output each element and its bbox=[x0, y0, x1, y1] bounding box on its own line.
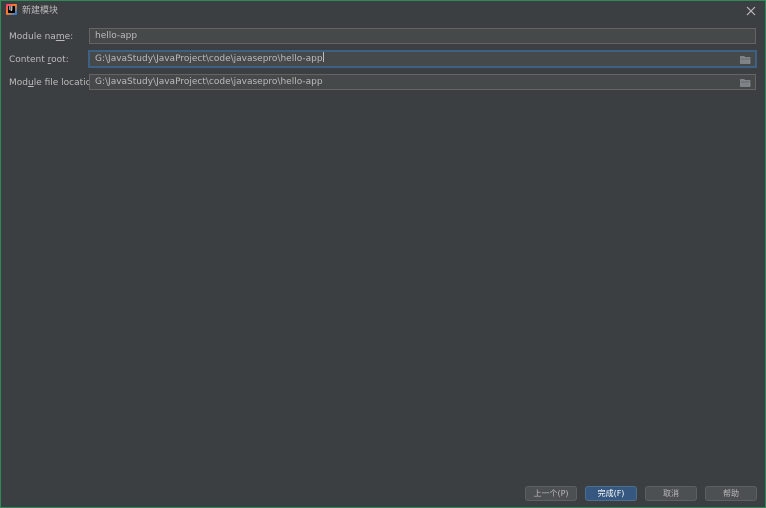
browse-folder-icon[interactable] bbox=[740, 78, 751, 87]
browse-folder-icon[interactable] bbox=[740, 55, 751, 64]
help-button[interactable]: 帮助 bbox=[705, 486, 757, 501]
module-name-input[interactable]: hello-app bbox=[89, 28, 756, 44]
module-name-label: Module name: bbox=[9, 32, 74, 42]
finish-button[interactable]: 完成(F) bbox=[585, 486, 637, 501]
title-bar: IJ 新建模块 bbox=[1, 1, 765, 21]
intellij-idea-icon: IJ bbox=[6, 4, 17, 15]
module-file-location-value: G:\JavaStudy\JavaProject\code\javasepro\… bbox=[95, 77, 323, 87]
module-name-value: hello-app bbox=[95, 31, 138, 41]
dialog-title: 新建模块 bbox=[22, 6, 59, 16]
content-root-value: G:\JavaStudy\JavaProject\code\javasepro\… bbox=[95, 54, 323, 64]
close-icon bbox=[746, 6, 756, 16]
new-module-dialog: IJ 新建模块 Module name: hello-app Content r… bbox=[0, 0, 766, 508]
module-file-location-label: Module file location: bbox=[9, 78, 100, 88]
content-root-input[interactable]: G:\JavaStudy\JavaProject\code\javasepro\… bbox=[89, 51, 756, 67]
module-file-location-input[interactable]: G:\JavaStudy\JavaProject\code\javasepro\… bbox=[89, 74, 756, 90]
previous-button[interactable]: 上一个(P) bbox=[525, 486, 577, 501]
close-button[interactable] bbox=[743, 3, 759, 19]
cancel-button[interactable]: 取消 bbox=[645, 486, 697, 501]
content-root-label: Content root: bbox=[9, 55, 69, 65]
text-caret bbox=[322, 52, 324, 62]
